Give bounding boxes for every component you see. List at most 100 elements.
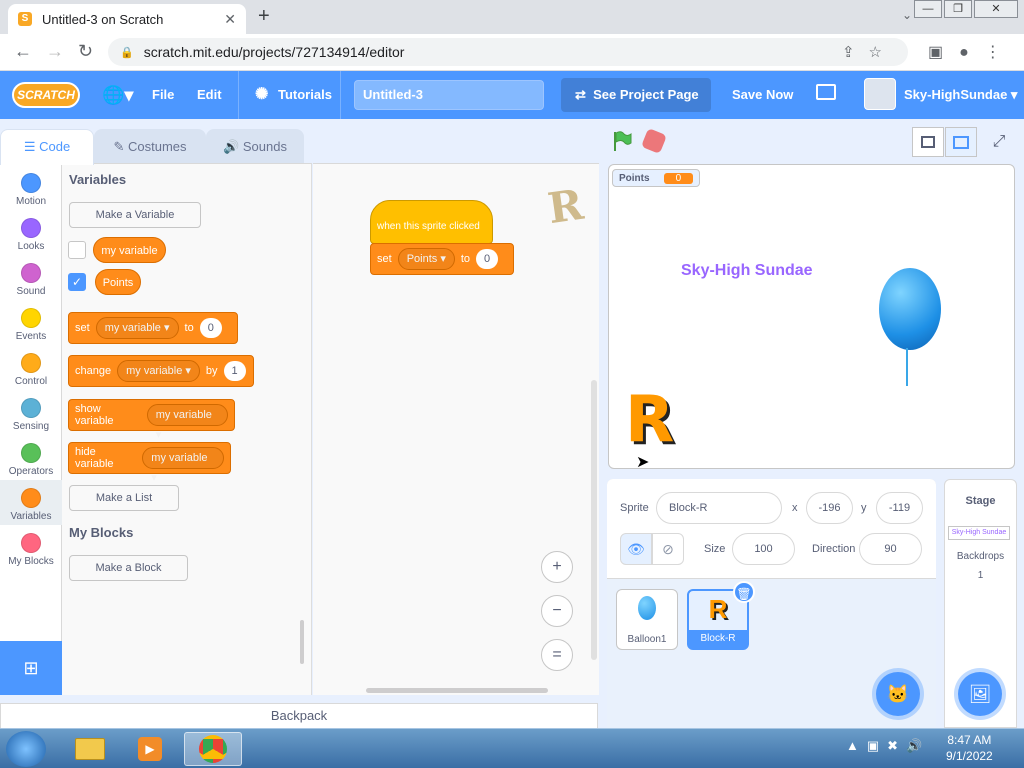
points-reporter[interactable]: Points — [95, 269, 141, 295]
stop-sign-icon[interactable] — [640, 127, 668, 155]
sprite-thumb-balloon[interactable]: Balloon1 — [616, 589, 678, 650]
file-explorer-taskbar-icon[interactable] — [64, 732, 116, 766]
backpack-bar[interactable]: Backpack — [0, 703, 598, 728]
normal-stage-button[interactable] — [945, 127, 977, 157]
tab-sounds[interactable]: 🔊 Sounds — [206, 129, 304, 163]
address-bar-row: ← → ↻ 🔒 scratch.mit.edu/projects/7271349… — [0, 34, 1024, 71]
tutorials-menu[interactable]: Tutorials — [278, 71, 332, 119]
category-my-blocks[interactable]: My Blocks — [0, 529, 62, 574]
show-sprite-button[interactable]: 👁 — [620, 533, 652, 565]
value-input[interactable]: 0 — [199, 318, 222, 338]
category-events[interactable]: Events — [0, 304, 62, 349]
chrome-taskbar-icon[interactable] — [184, 732, 242, 766]
see-project-label: See Project Page — [593, 87, 699, 102]
system-tray-icons[interactable]: ▲▣✖🔊 — [846, 738, 930, 754]
globe-language-icon[interactable]: 🌐▾ — [102, 71, 133, 119]
points-monitor[interactable]: Points 0 — [612, 169, 701, 187]
show-variable-block[interactable]: show variable my variable ▾ — [68, 399, 235, 441]
script-set-block[interactable]: set Points ▾ to 0 — [370, 243, 514, 275]
category-control[interactable]: Control — [0, 349, 62, 394]
zoom-in-button[interactable]: + — [541, 551, 573, 583]
workspace-vertical-scrollbar[interactable] — [591, 380, 597, 660]
tab-search-chevron-icon[interactable]: ⌄ — [902, 8, 912, 22]
hide-variable-block[interactable]: hide variable my variable ▾ — [68, 442, 231, 484]
block-verb: show variable — [75, 403, 114, 427]
new-tab-button[interactable]: + — [258, 5, 270, 28]
sprite-name: Balloon1 — [627, 634, 667, 645]
tab-sounds-label: Sounds — [242, 139, 287, 154]
make-variable-button[interactable]: Make a Variable — [69, 202, 201, 228]
share-bookmark-icons[interactable]: ⇪☆ — [842, 43, 896, 61]
choose-sprite-cat-button[interactable]: 🐱 — [876, 672, 920, 716]
category-variables[interactable]: Variables — [0, 480, 62, 525]
category-looks[interactable]: Looks — [0, 214, 62, 259]
taskbar-clock[interactable]: 8:47 AM 9/1/2022 — [946, 732, 993, 764]
tab-close-icon[interactable]: ✕ — [224, 11, 236, 28]
when-sprite-clicked-hat-block[interactable]: when this sprite clicked — [370, 200, 493, 244]
points-checkbox[interactable]: ✓ — [68, 273, 86, 291]
block-r-sprite[interactable]: R — [625, 383, 674, 457]
minimize-button[interactable]: — — [914, 0, 942, 18]
stage-pane-title: Stage — [965, 495, 996, 507]
user-avatar[interactable] — [864, 78, 896, 110]
choose-backdrop-button[interactable]: 🖼 — [958, 672, 1002, 716]
close-window-button[interactable]: ✕ — [974, 0, 1018, 18]
balloon-string — [906, 348, 910, 386]
add-extension-button[interactable]: ⊞ — [0, 641, 62, 695]
profile-menu-icons[interactable]: ▣●⋮ — [928, 42, 1017, 62]
restore-button[interactable]: ❐ — [944, 0, 972, 18]
url-text: scratch.mit.edu/projects/727134914/edito… — [143, 44, 405, 60]
scratch-logo[interactable]: SCRATCH — [12, 82, 80, 108]
my-stuff-folder-icon[interactable] — [816, 84, 836, 100]
account-menu[interactable]: Sky-HighSundae ▾ — [904, 71, 1017, 119]
tab-code[interactable]: ☰ Code — [0, 129, 94, 165]
category-motion[interactable]: Motion — [0, 169, 62, 214]
palette-scrollbar[interactable] — [300, 620, 304, 664]
variable-dropdown[interactable]: my variable ▾ — [146, 404, 228, 441]
see-project-page-button[interactable]: ⇄ See Project Page — [561, 78, 711, 112]
variable-dropdown[interactable]: my variable ▾ — [142, 447, 224, 484]
save-now-button[interactable]: Save Now — [732, 71, 793, 119]
variable-dropdown[interactable]: Points ▾ — [397, 248, 455, 270]
category-sensing[interactable]: Sensing — [0, 394, 62, 439]
my-variable-checkbox[interactable] — [68, 241, 86, 259]
my-variable-reporter[interactable]: my variable — [93, 237, 166, 263]
stage-thumbnail[interactable]: Sky-High Sundae — [948, 526, 1010, 540]
variable-dropdown[interactable]: my variable ▾ — [117, 360, 200, 382]
variable-dropdown[interactable]: my variable ▾ — [95, 317, 179, 339]
value-input[interactable]: 0 — [476, 249, 499, 269]
operators-dot-icon — [21, 443, 41, 463]
size-input[interactable]: 100 — [732, 533, 795, 565]
hide-sprite-button[interactable]: ⊘ — [652, 533, 684, 565]
green-flag-icon[interactable] — [611, 130, 633, 152]
delete-sprite-trash-icon[interactable]: 🗑 — [733, 581, 755, 603]
browser-tab[interactable]: S Untitled-3 on Scratch ✕ — [8, 4, 246, 34]
file-menu[interactable]: File — [152, 71, 174, 119]
change-variable-block[interactable]: change my variable ▾ by 1 — [68, 355, 254, 387]
edit-menu[interactable]: Edit — [197, 71, 222, 119]
zoom-reset-button[interactable]: = — [541, 639, 573, 671]
small-stage-button[interactable] — [912, 127, 944, 157]
workspace-horizontal-scrollbar[interactable] — [366, 688, 548, 693]
forward-arrow-icon[interactable]: → — [46, 41, 64, 62]
y-input[interactable]: -119 — [876, 492, 923, 524]
set-variable-block[interactable]: set my variable ▾ to 0 — [68, 312, 238, 344]
sprite-name-input[interactable]: Block-R — [656, 492, 782, 524]
x-input[interactable]: -196 — [806, 492, 853, 524]
balloon-sprite[interactable] — [879, 268, 941, 350]
reload-icon[interactable]: ↻ — [78, 41, 93, 62]
direction-input[interactable]: 90 — [859, 533, 922, 565]
category-operators[interactable]: Operators — [0, 439, 62, 484]
make-block-button[interactable]: Make a Block — [69, 555, 188, 581]
media-player-taskbar-icon[interactable]: ▶ — [124, 732, 176, 766]
fullscreen-icon[interactable]: ⤢ — [983, 127, 1015, 157]
value-input[interactable]: 1 — [223, 361, 246, 381]
make-list-button[interactable]: Make a List — [69, 485, 179, 511]
project-title-input[interactable]: Untitled-3 — [354, 80, 544, 110]
windows-start-button[interactable] — [6, 731, 46, 767]
tab-costumes[interactable]: ✎ Costumes — [94, 129, 206, 163]
url-omnibox[interactable]: 🔒 scratch.mit.edu/projects/727134914/edi… — [108, 38, 908, 66]
category-sound[interactable]: Sound — [0, 259, 62, 304]
back-arrow-icon[interactable]: ← — [14, 41, 32, 62]
zoom-out-button[interactable]: − — [541, 595, 573, 627]
